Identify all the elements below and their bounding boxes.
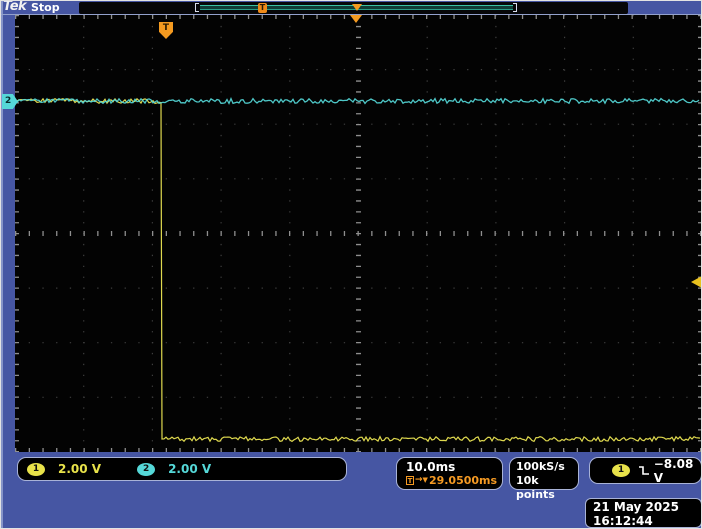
trigger-position-bar-icon: T	[258, 3, 267, 13]
tek-logo: Tek	[3, 0, 27, 14]
datetime-readout: 21 May 2025 16:12:44	[585, 498, 701, 528]
falling-edge-icon	[639, 466, 649, 475]
sample-rate-value: 100kS/s	[516, 460, 565, 473]
time-value: 16:12:44	[593, 514, 653, 528]
window-bracket-right-icon	[513, 3, 517, 12]
channel-scale-readout: 1 2.00 V 2 2.00 V	[17, 457, 347, 481]
waveform-display: T 2	[2, 15, 701, 452]
trigger-readout: 1 −8.08 V	[589, 456, 701, 485]
top-status-bar: Tek Stop T	[1, 0, 701, 15]
horizontal-readout: 10.0ms T → ▼ 29.0500ms	[396, 457, 503, 490]
trigger-position-value: 29.0500ms	[428, 474, 498, 487]
window-bracket-left-icon	[195, 3, 199, 12]
expansion-point-icon	[350, 15, 362, 23]
trigger-level-arrow-icon	[691, 276, 701, 288]
triangle-down-icon: ▼	[422, 476, 428, 484]
graticule	[15, 15, 701, 452]
trigger-level-value: −8.08 V	[653, 456, 694, 485]
date-value: 21 May 2025	[593, 500, 679, 514]
timebase-value: 10.0ms	[406, 460, 456, 474]
channel1-badge: 1	[27, 462, 45, 476]
record-length-value: 10k points	[516, 474, 555, 501]
expansion-point-bar-icon	[352, 4, 362, 11]
channel2-badge: 2	[137, 462, 156, 476]
acquisition-status: Stop	[31, 1, 60, 14]
acquisition-preview-bar: T	[79, 2, 628, 14]
trigger-source-badge: 1	[612, 464, 630, 477]
channel2-vertical-scale: 2.00 V	[168, 462, 212, 476]
channel1-trace	[16, 97, 701, 443]
oscilloscope-screenshot: Tek Stop T T 2 1 2.00 V 2 2.00 V 10.0ms …	[0, 0, 702, 529]
acquisition-readout: 100kS/s 10k points	[509, 457, 579, 501]
channel1-vertical-scale: 2.00 V	[58, 462, 102, 476]
trigger-position-readout: T → ▼ 29.0500ms	[406, 474, 502, 487]
arrow-right-icon: →	[415, 475, 423, 485]
trigger-t-icon: T	[406, 476, 414, 485]
